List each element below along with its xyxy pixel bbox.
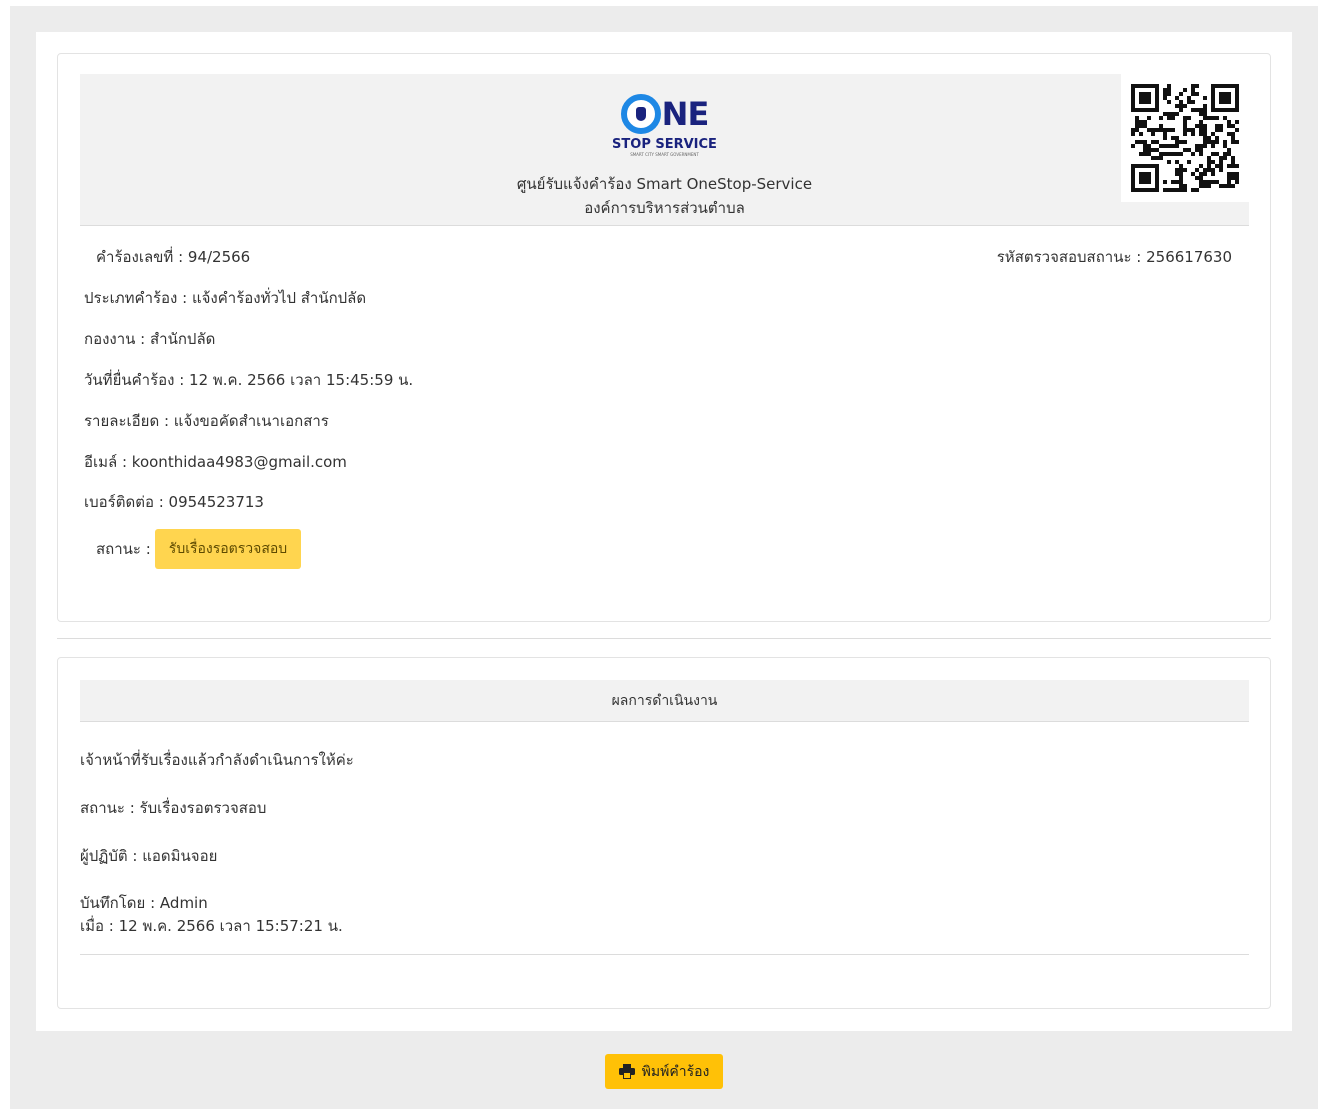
- organization-name: องค์การบริหารส่วนตำบล: [584, 199, 745, 217]
- operator: ผู้ปฏิบัติ : แอดมินจอย: [80, 847, 218, 865]
- result-heading: ผลการดำเนินงาน: [80, 680, 1249, 722]
- submit-date: วันที่ยื่นคำร้อง : 12 พ.ค. 2566 เวลา 15:…: [84, 371, 414, 389]
- qr-code-icon: [1121, 74, 1249, 202]
- logo-text: NE: [661, 95, 710, 133]
- status-badge: รับเรื่องรอตรวจสอบ: [154, 529, 302, 569]
- one-stop-service-logo: NE STOP SERVICE SMART CITY SMART GOVERNM…: [600, 92, 730, 162]
- request-detail: รายละเอียด : แจ้งขอคัดสำเนาเอกสาร: [84, 412, 329, 430]
- logo-tagline: SMART CITY SMART GOVERNMENT: [630, 152, 699, 157]
- recorded-at: เมื่อ : 12 พ.ค. 2566 เวลา 15:57:21 น.: [80, 917, 343, 935]
- section-divider: [57, 638, 1271, 639]
- email: อีเมล์ : koonthidaa4983@gmail.com: [84, 453, 347, 471]
- print-request-button[interactable]: พิมพ์คำร้อง: [605, 1054, 723, 1089]
- status-label: สถานะ :: [96, 540, 151, 558]
- request-number: คำร้องเลขที่ : 94/2566: [96, 248, 251, 266]
- document-header: NE STOP SERVICE SMART CITY SMART GOVERNM…: [80, 74, 1249, 226]
- phone: เบอร์ติดต่อ : 0954523713: [84, 493, 264, 511]
- result-status: สถานะ : รับเรื่องรอตรวจสอบ: [80, 799, 267, 817]
- recorded-by: บันทึกโดย : Admin: [80, 894, 208, 912]
- result-card: ผลการดำเนินงาน เจ้าหน้าที่รับเรื่องแล้วก…: [57, 657, 1271, 1009]
- status-row: สถานะ : รับเรื่องรอตรวจสอบ: [96, 529, 302, 569]
- center-title: ศูนย์รับแจ้งคำร้อง Smart OneStop-Service: [516, 175, 813, 193]
- result-message: เจ้าหน้าที่รับเรื่องแล้วกำลังดำเนินการให…: [80, 751, 354, 769]
- division: กองงาน : สำนักปลัด: [84, 330, 216, 348]
- request-card: NE STOP SERVICE SMART CITY SMART GOVERNM…: [57, 53, 1271, 622]
- result-bottom-divider: [80, 954, 1249, 955]
- printer-icon: [618, 1064, 635, 1079]
- tracking-code: รหัสตรวจสอบสถานะ : 256617630: [996, 248, 1232, 266]
- logo-touch-icon: [620, 94, 661, 134]
- logo-subtext: STOP SERVICE: [612, 137, 717, 152]
- request-type: ประเภทคำร้อง : แจ้งคำร้องทั่วไป สำนักปลั…: [84, 289, 367, 307]
- print-button-label: พิมพ์คำร้อง: [641, 1063, 710, 1080]
